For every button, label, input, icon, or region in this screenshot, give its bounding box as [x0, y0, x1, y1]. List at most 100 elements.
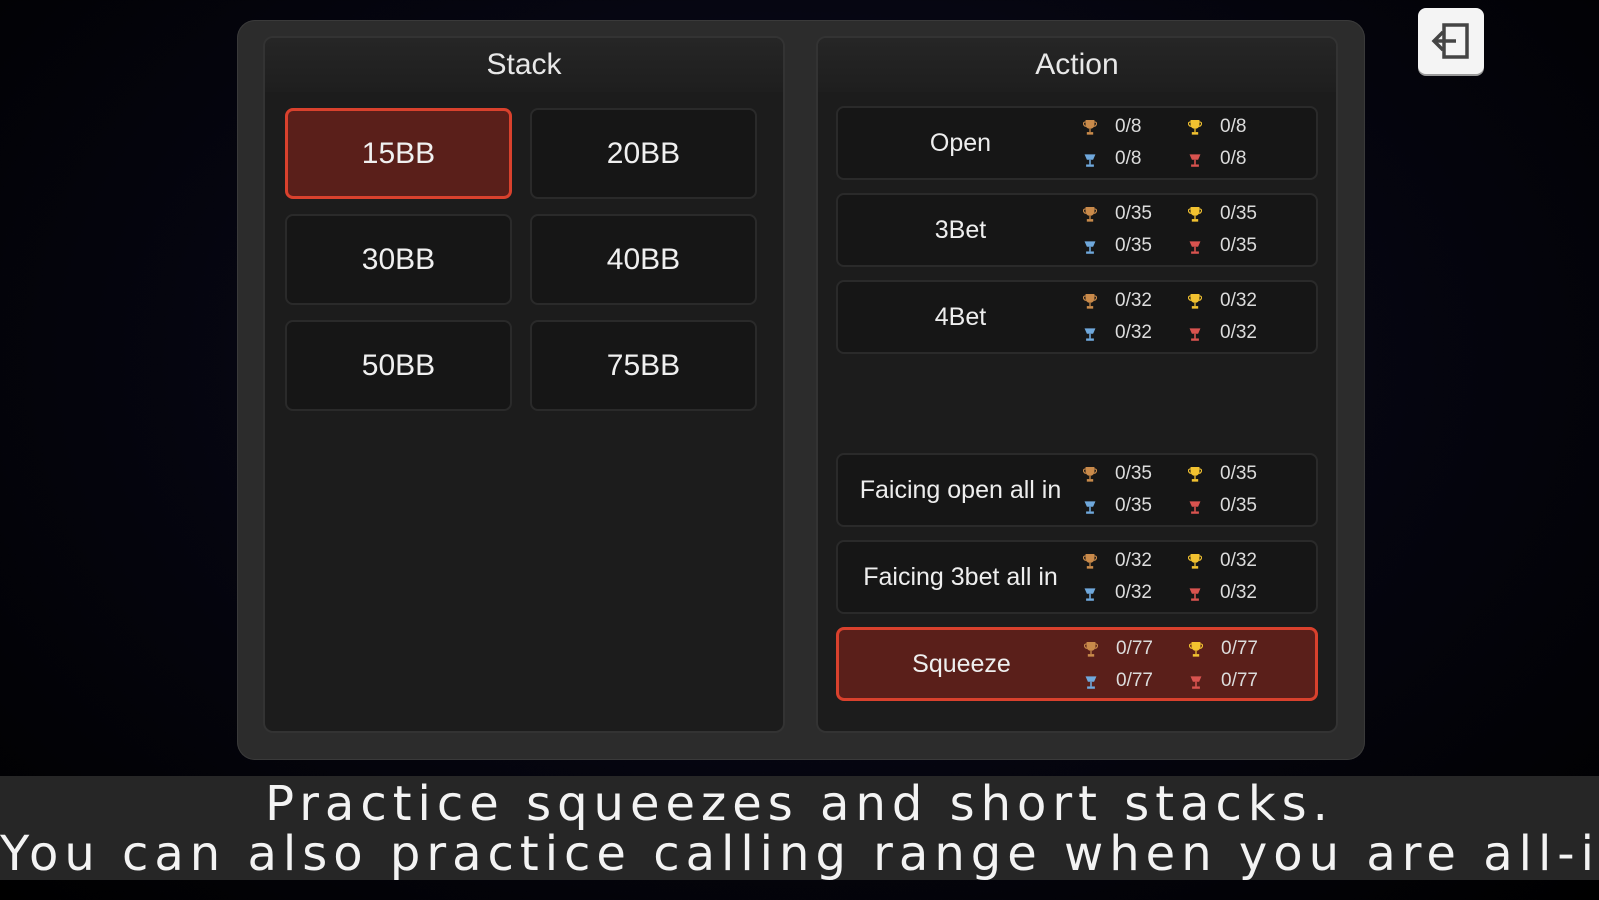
stat-red-trophy: 0/35 — [1188, 233, 1257, 259]
stat-value: 0/77 — [1221, 670, 1258, 691]
stack-panel: Stack 15BB 20BB 30BB 40BB 50BB 75BB — [263, 36, 785, 733]
stat-value: 0/35 — [1115, 235, 1152, 256]
action-stats: 0/77 0/77 0/77 0/77 — [1084, 636, 1314, 696]
stat-bronze-trophy: 0/8 — [1083, 114, 1141, 140]
stack-option-75bb[interactable]: 75BB — [530, 320, 757, 411]
stat-value: 0/32 — [1220, 322, 1257, 343]
gold-trophy-icon — [1188, 460, 1212, 488]
stat-bronze-trophy: 0/77 — [1084, 636, 1153, 662]
action-stats: 0/8 0/8 0/8 0/8 — [1083, 114, 1313, 174]
bronze-trophy-icon — [1083, 460, 1107, 488]
bronze-trophy-icon — [1083, 287, 1107, 315]
action-panel: Action Open 0/8 0/8 0/8 0/8 3Bet 0/35 0/35 0/35 0… — [816, 36, 1338, 733]
gold-trophy-icon — [1188, 200, 1212, 228]
action-panel-title: Action — [818, 38, 1336, 92]
red-trophy-icon — [1188, 581, 1212, 605]
stat-bronze-trophy: 0/35 — [1083, 201, 1152, 227]
exit-button[interactable] — [1418, 8, 1484, 74]
red-trophy-icon — [1188, 494, 1212, 518]
stat-gold-trophy: 0/35 — [1188, 461, 1257, 487]
stat-value: 0/32 — [1220, 582, 1257, 603]
action-stats: 0/32 0/32 0/32 0/32 — [1083, 548, 1313, 608]
stat-value: 0/32 — [1115, 550, 1152, 571]
caption-line-1: Practice squeezes and short stacks. — [265, 776, 1334, 832]
gold-trophy-icon — [1188, 113, 1212, 141]
stat-red-trophy: 0/8 — [1188, 146, 1246, 172]
stat-value: 0/35 — [1220, 203, 1257, 224]
stat-value: 0/77 — [1221, 638, 1258, 659]
stat-value: 0/35 — [1115, 463, 1152, 484]
stack-option-20bb[interactable]: 20BB — [530, 108, 757, 199]
silver-trophy-icon — [1083, 321, 1107, 345]
silver-trophy-icon — [1083, 581, 1107, 605]
stat-gold-trophy: 0/35 — [1188, 201, 1257, 227]
action-stats: 0/32 0/32 0/32 0/32 — [1083, 288, 1313, 348]
action-label: 3Bet — [934, 215, 987, 244]
stat-silver-trophy: 0/32 — [1083, 320, 1152, 346]
stat-value: 0/32 — [1220, 550, 1257, 571]
red-trophy-icon — [1188, 321, 1212, 345]
stack-panel-title: Stack — [265, 38, 783, 92]
gold-trophy-icon — [1188, 287, 1212, 315]
bronze-trophy-icon — [1084, 635, 1108, 663]
red-trophy-icon — [1188, 234, 1212, 258]
action-row-open[interactable]: Open 0/8 0/8 0/8 0/8 — [836, 106, 1318, 180]
stat-gold-trophy: 0/32 — [1188, 288, 1257, 314]
stack-option-30bb[interactable]: 30BB — [285, 214, 512, 305]
stat-silver-trophy: 0/32 — [1083, 580, 1152, 606]
stat-value: 0/35 — [1220, 235, 1257, 256]
stat-value: 0/35 — [1115, 203, 1152, 224]
stat-red-trophy: 0/77 — [1189, 668, 1258, 694]
bronze-trophy-icon — [1083, 200, 1107, 228]
caption-banner: Practice squeezes and short stacks. You … — [0, 776, 1599, 882]
action-stats: 0/35 0/35 0/35 0/35 — [1083, 461, 1313, 521]
stat-gold-trophy: 0/8 — [1188, 114, 1246, 140]
action-label: Faicing open all in — [859, 475, 1062, 504]
stat-value: 0/32 — [1115, 582, 1152, 603]
stat-silver-trophy: 0/35 — [1083, 233, 1152, 259]
stat-silver-trophy: 0/77 — [1084, 668, 1153, 694]
red-trophy-icon — [1188, 147, 1212, 171]
stack-option-50bb[interactable]: 50BB — [285, 320, 512, 411]
action-label: Faicing 3bet all in — [863, 562, 1058, 591]
stat-value: 0/32 — [1115, 322, 1152, 343]
stat-red-trophy: 0/35 — [1188, 493, 1257, 519]
stat-value: 0/35 — [1115, 495, 1152, 516]
silver-trophy-icon — [1083, 234, 1107, 258]
stat-bronze-trophy: 0/32 — [1083, 288, 1152, 314]
silver-trophy-icon — [1083, 147, 1107, 171]
action-row-faicing-open-all-in[interactable]: Faicing open all in 0/35 0/35 0/35 0/35 — [836, 453, 1318, 527]
stat-value: 0/32 — [1115, 290, 1152, 311]
action-label: Open — [929, 128, 992, 157]
silver-trophy-icon — [1083, 494, 1107, 518]
stat-value: 0/8 — [1220, 148, 1247, 169]
bronze-trophy-icon — [1083, 113, 1107, 141]
caption-line-2: You can also practice calling range when… — [0, 826, 1599, 882]
action-row-faicing-3bet-all-in[interactable]: Faicing 3bet all in 0/32 0/32 0/32 0/32 — [836, 540, 1318, 614]
stat-value: 0/8 — [1115, 116, 1142, 137]
stack-option-15bb[interactable]: 15BB — [285, 108, 512, 199]
stat-red-trophy: 0/32 — [1188, 580, 1257, 606]
stat-silver-trophy: 0/35 — [1083, 493, 1152, 519]
stat-value: 0/35 — [1220, 463, 1257, 484]
action-label: 4Bet — [934, 302, 987, 331]
stat-value: 0/32 — [1220, 290, 1257, 311]
stat-value: 0/8 — [1115, 148, 1142, 169]
exit-icon — [1431, 23, 1469, 59]
stat-gold-trophy: 0/32 — [1188, 548, 1257, 574]
stat-value: 0/8 — [1220, 116, 1247, 137]
stat-value: 0/35 — [1220, 495, 1257, 516]
action-row-4bet[interactable]: 4Bet 0/32 0/32 0/32 0/32 — [836, 280, 1318, 354]
action-row-squeeze[interactable]: Squeeze 0/77 0/77 0/77 0/77 — [836, 627, 1318, 701]
bronze-trophy-icon — [1083, 547, 1107, 575]
stat-value: 0/77 — [1116, 670, 1153, 691]
action-row-3bet[interactable]: 3Bet 0/35 0/35 0/35 0/35 — [836, 193, 1318, 267]
stat-value: 0/77 — [1116, 638, 1153, 659]
stat-bronze-trophy: 0/35 — [1083, 461, 1152, 487]
action-stats: 0/35 0/35 0/35 0/35 — [1083, 201, 1313, 261]
stack-option-40bb[interactable]: 40BB — [530, 214, 757, 305]
silver-trophy-icon — [1084, 669, 1108, 693]
action-label: Squeeze — [912, 649, 1011, 678]
red-trophy-icon — [1189, 669, 1213, 693]
stat-gold-trophy: 0/77 — [1189, 636, 1258, 662]
